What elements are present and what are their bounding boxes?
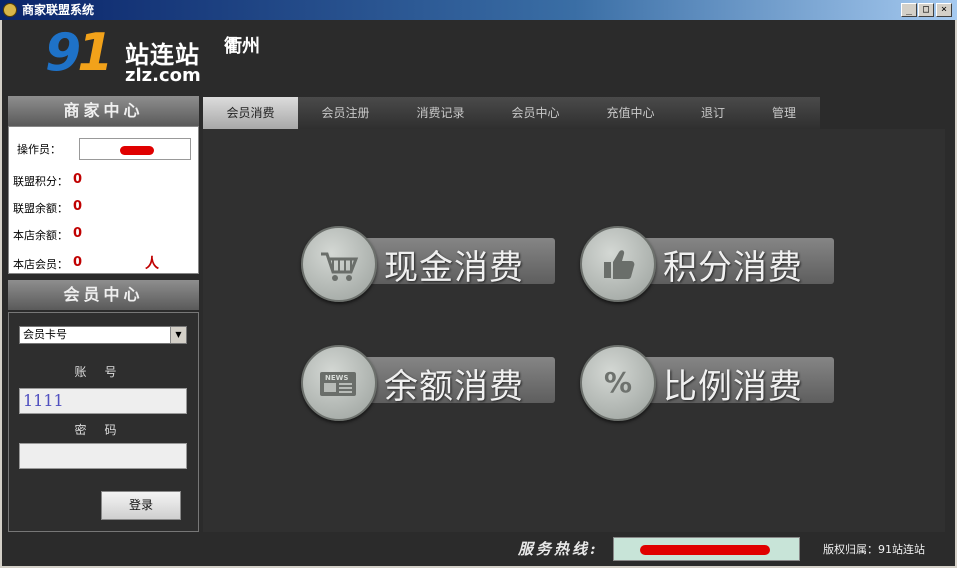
- card-type-select[interactable]: 会员卡号 ▼: [19, 326, 187, 344]
- login-button[interactable]: 登录: [101, 491, 181, 520]
- window-titlebar[interactable]: 商家联盟系统 _ □ ×: [0, 0, 957, 20]
- alliance-points-value: 0: [73, 172, 83, 187]
- merchant-center-title: 商家中心: [8, 96, 199, 126]
- tab-manage[interactable]: 管理: [748, 97, 820, 129]
- cash-consume-label: 现金消费: [384, 248, 524, 288]
- copyright-text: 版权归属：91站连站: [823, 543, 925, 556]
- card-type-selected: 会员卡号: [23, 328, 67, 341]
- brand-logo: 91 站连站 zlz.com: [45, 23, 220, 87]
- percent-icon: %: [580, 345, 656, 421]
- percent-glyph: %: [603, 366, 633, 399]
- tab-unsubscribe[interactable]: 退订: [678, 97, 748, 129]
- ratio-consume-label: 比例消费: [663, 367, 803, 407]
- main-area: 现金消费 积分消费 NEWS 余额消费 % 比例消费: [203, 129, 945, 532]
- points-consume-button[interactable]: 积分消费: [580, 226, 836, 310]
- city-name: 衢州: [224, 36, 260, 57]
- logo-digit-nine: 9: [45, 23, 81, 83]
- minimize-button[interactable]: _: [901, 3, 917, 17]
- alliance-balance-value: 0: [73, 199, 83, 214]
- store-balance-value: 0: [73, 226, 83, 241]
- redacted-mark: [120, 146, 154, 155]
- account-input[interactable]: 1111: [19, 388, 187, 414]
- logo-digit-one: 1: [77, 23, 113, 83]
- balance-consume-button[interactable]: NEWS 余额消费: [301, 345, 557, 429]
- operator-label: 操作员：: [17, 143, 61, 156]
- app-icon: [3, 3, 17, 17]
- redacted-mark: [640, 545, 770, 555]
- store-members-label: 本店会员：: [13, 258, 68, 271]
- chevron-down-icon[interactable]: ▼: [170, 327, 186, 343]
- tab-member-consume[interactable]: 会员消费: [203, 97, 298, 129]
- tab-member-center[interactable]: 会员中心: [488, 97, 583, 129]
- member-center-title: 会员中心: [8, 280, 199, 310]
- cart-icon: [301, 226, 377, 302]
- ratio-consume-button[interactable]: % 比例消费: [580, 345, 836, 429]
- hotline-label: 服务热线:: [518, 540, 599, 558]
- merchant-center-panel: 操作员： 联盟积分： 0 联盟余额： 0 本店余额： 0 本店会员： 0 人: [8, 126, 199, 274]
- maximize-button[interactable]: □: [918, 3, 934, 17]
- close-button[interactable]: ×: [936, 3, 952, 17]
- logo-domain: zlz.com: [125, 65, 201, 86]
- tab-member-register[interactable]: 会员注册: [298, 97, 393, 129]
- member-center-panel: 会员卡号 ▼ 账号 1111 密码 登录: [8, 312, 199, 532]
- news-icon: NEWS: [301, 345, 377, 421]
- members-unit: 人: [145, 256, 159, 272]
- balance-consume-label: 余额消费: [384, 367, 524, 407]
- points-consume-label: 积分消费: [663, 248, 803, 288]
- cash-consume-button[interactable]: 现金消费: [301, 226, 557, 310]
- password-label: 密码: [74, 423, 135, 437]
- tab-bar: 会员消费 会员注册 消费记录 会员中心 充值中心 退订 管理: [203, 97, 820, 129]
- thumbs-up-icon: [580, 226, 656, 302]
- operator-field[interactable]: [79, 138, 191, 160]
- logo-number: 91: [45, 23, 113, 83]
- account-label: 账号: [74, 365, 135, 379]
- hotline-number-field: [613, 537, 800, 561]
- news-glyph: NEWS: [325, 374, 348, 382]
- store-balance-label: 本店余额：: [13, 229, 68, 242]
- tab-recharge-center[interactable]: 充值中心: [583, 97, 678, 129]
- password-input[interactable]: [19, 443, 187, 469]
- alliance-points-label: 联盟积分：: [13, 175, 68, 188]
- alliance-balance-label: 联盟余额：: [13, 202, 68, 215]
- window-title: 商家联盟系统: [22, 3, 95, 17]
- tab-consume-records[interactable]: 消费记录: [393, 97, 488, 129]
- store-members-value: 0: [73, 255, 83, 270]
